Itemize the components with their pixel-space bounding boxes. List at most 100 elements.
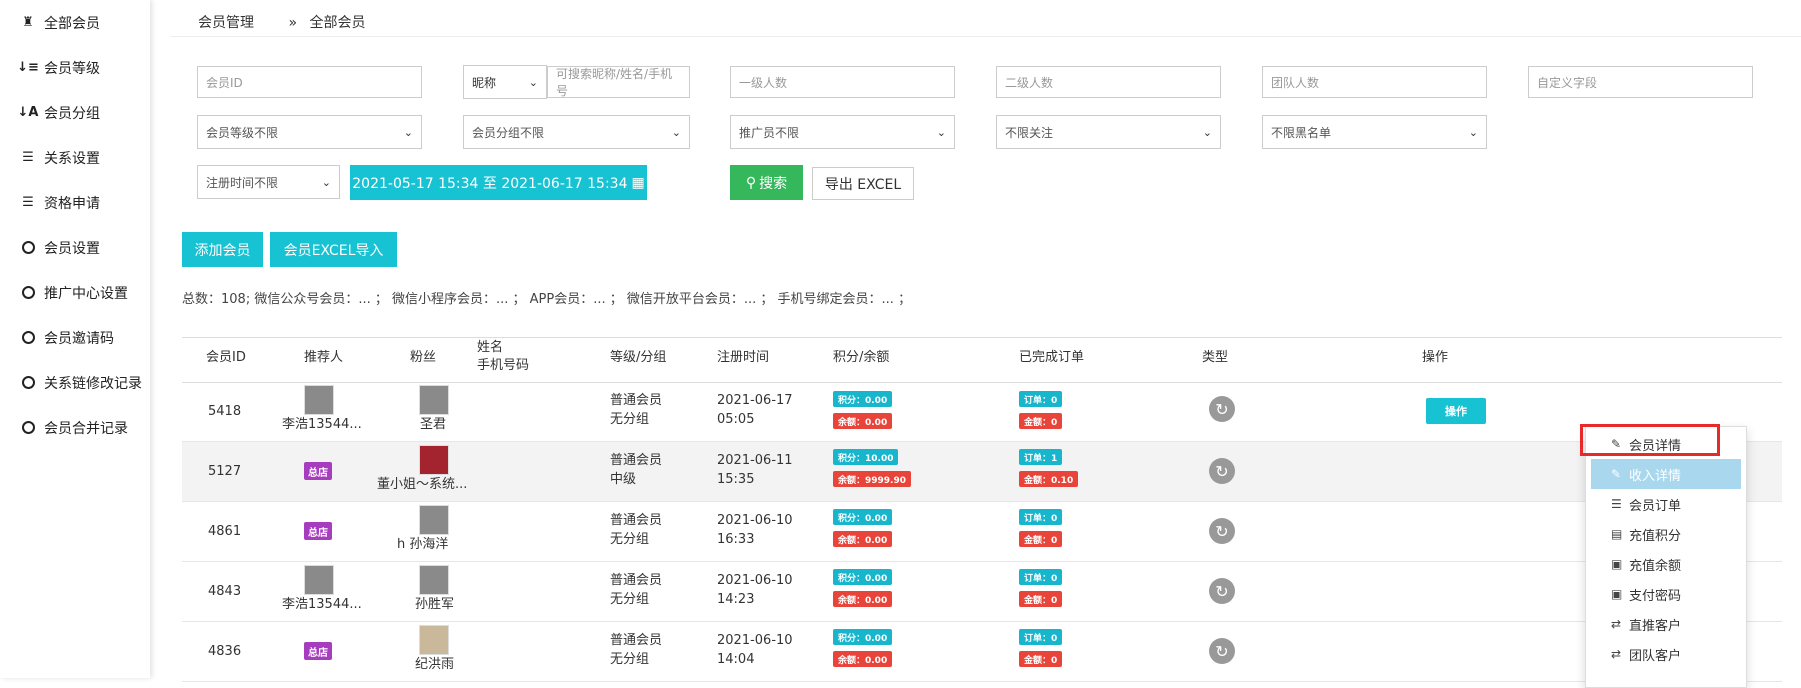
amount-badge: 金额：0 — [1019, 651, 1063, 667]
group-select[interactable]: 会员分组不限 ⌄ — [463, 115, 690, 149]
reg-date: 2021-06-10 — [717, 573, 793, 588]
level1-count-input[interactable]: 一级人数 — [730, 66, 955, 98]
date-range-value: 2021-05-17 15:34 至 2021-06-17 15:34 — [352, 175, 628, 192]
table-row: 5127 总店 董小姐～系统... 普通会员 中级 2021-06-11 15:… — [182, 442, 1782, 502]
points-badge: 积分：0.00 — [833, 629, 893, 645]
circle-icon — [20, 241, 36, 254]
sidebar: ♜ 全部会员 ↓≡ 会员等级 ↓A 会员分组 ☰ 关系设置 ☰ 资格申请 会员设置 推广中… — [0, 0, 150, 678]
breadcrumb-current: 全部会员 — [309, 15, 366, 31]
referrer-avatar[interactable] — [304, 385, 334, 415]
amount-badge: 金额：0 — [1019, 531, 1063, 547]
select-value: 注册时间不限 — [206, 175, 279, 190]
sidebar-item-member-level[interactable]: ↓≡ 会员等级 — [0, 45, 150, 90]
fan-avatar[interactable] — [419, 505, 449, 535]
circle-icon — [20, 421, 36, 434]
custom-field-input[interactable]: 自定义字段 — [1528, 66, 1753, 98]
sidebar-item-label: 关系设置 — [44, 150, 100, 167]
sidebar-item-label: 关系链修改记录 — [44, 375, 142, 392]
breadcrumb-separator-icon: » — [288, 15, 298, 31]
nickname-search-input[interactable]: 可搜索昵称/姓名/手机号 — [547, 66, 690, 98]
fan-name: h 孙海洋 — [397, 537, 449, 552]
team-count-input[interactable]: 团队人数 — [1262, 66, 1487, 98]
list-icon: ☰ — [1611, 497, 1622, 511]
operations-dropdown-menu: ✎ 会员详情 ✎ 收入详情 ☰ 会员订单 ▤ 充值积分 ▣ 充值余额 ▣ 支付密码 ⇄ 直推客… — [1585, 426, 1747, 688]
amount-badge: 金额：0 — [1019, 591, 1063, 607]
fan-avatar[interactable] — [419, 445, 449, 475]
sidebar-item-member-group[interactable]: ↓A 会员分组 — [0, 90, 150, 135]
follow-select[interactable]: 不限关注 ⌄ — [996, 115, 1221, 149]
menu-item-pay-password[interactable]: ▣ 支付密码 — [1586, 579, 1746, 609]
promoter-select[interactable]: 推广员不限 ⌄ — [730, 115, 955, 149]
regtime-select[interactable]: 注册时间不限 ⌄ — [197, 165, 340, 199]
balance-badge: 余额：0.00 — [833, 413, 893, 429]
sidebar-item-label: 会员等级 — [44, 60, 100, 77]
blacklist-select[interactable]: 不限黑名单 ⌄ — [1262, 115, 1487, 149]
breadcrumb: 会员管理 » 全部会员 — [198, 12, 365, 32]
sidebar-item-invite-code[interactable]: 会员邀请码 — [0, 315, 150, 360]
select-value: 会员等级不限 — [206, 125, 279, 140]
main-content: 会员管理 » 全部会员 会员ID 昵称 ⌄ 可搜索昵称/姓名/手机号 一级人数 二… — [170, 0, 1801, 682]
orders-badge: 订单：0 — [1019, 629, 1063, 645]
sliders-icon: ☰ — [22, 150, 34, 165]
menu-item-team-customers[interactable]: ⇄ 团队客户 — [1586, 639, 1746, 669]
points-badge: 积分：0.00 — [833, 391, 893, 407]
sidebar-item-member-settings[interactable]: 会员设置 — [0, 225, 150, 270]
referrer-avatar[interactable] — [304, 565, 334, 595]
fan-name: 圣君 — [420, 417, 447, 432]
member-group: 无分组 — [610, 592, 650, 607]
member-level: 普通会员 — [610, 393, 663, 408]
sidebar-item-qualification[interactable]: ☰ 资格申请 — [0, 180, 150, 225]
points-badge: 积分：0.00 — [833, 569, 893, 585]
reg-date: 2021-06-11 — [717, 453, 793, 468]
circle-icon — [20, 376, 36, 389]
sidebar-item-label: 会员合并记录 — [44, 420, 128, 437]
table-row: 4843 李浩13544... 孙胜军 普通会员 无分组 2021-06-10 … — [182, 562, 1782, 622]
th-points: 积分/余额 — [833, 350, 890, 365]
divider — [170, 36, 1801, 37]
edit-icon: ✎ — [1611, 467, 1622, 481]
search-button[interactable]: ⚲ 搜索 — [730, 165, 803, 200]
sliders-icon: ☰ — [22, 195, 34, 210]
add-member-button[interactable]: 添加会员 — [182, 232, 263, 267]
search-icon: ⚲ — [745, 174, 757, 191]
shop-badge: 总店 — [304, 462, 332, 480]
date-range-picker[interactable]: 2021-05-17 15:34 至 2021-06-17 15:34 ▦ — [350, 165, 647, 200]
search-button-label: 搜索 — [759, 175, 788, 192]
menu-item-label: 充值余额 — [1629, 558, 1682, 574]
nickname-select[interactable]: 昵称 ⌄ — [463, 65, 547, 99]
menu-item-income-detail[interactable]: ✎ 收入详情 — [1591, 459, 1741, 489]
menu-item-member-orders[interactable]: ☰ 会员订单 — [1586, 489, 1746, 519]
member-id-input[interactable]: 会员ID — [197, 66, 422, 98]
import-excel-button[interactable]: 会员EXCEL导入 — [270, 232, 397, 267]
fan-avatar[interactable] — [419, 565, 449, 595]
fan-avatar[interactable] — [419, 385, 449, 415]
reg-time: 15:35 — [717, 472, 755, 487]
menu-item-recharge-balance[interactable]: ▣ 充值余额 — [1586, 549, 1746, 579]
member-summary: 总数：108; 微信公众号会员：... ； 微信小程序会员：... ； APP会… — [182, 292, 912, 307]
credit-card-icon: ▤ — [1611, 527, 1623, 541]
sidebar-item-merge-log[interactable]: 会员合并记录 — [0, 405, 150, 450]
level-select[interactable]: 会员等级不限 ⌄ — [197, 115, 422, 149]
select-value: 不限关注 — [1005, 125, 1054, 140]
fan-avatar[interactable] — [419, 625, 449, 655]
menu-item-recharge-points[interactable]: ▤ 充值积分 — [1586, 519, 1746, 549]
amount-badge: 金额：0.10 — [1019, 471, 1079, 487]
export-excel-button[interactable]: 导出 EXCEL — [812, 167, 914, 200]
sidebar-item-label: 资格申请 — [44, 195, 100, 212]
sidebar-item-all-members[interactable]: ♜ 全部会员 — [0, 0, 150, 45]
level2-count-input[interactable]: 二级人数 — [996, 66, 1221, 98]
menu-item-label: 直推客户 — [1629, 618, 1682, 634]
platform-icon: ↻ — [1209, 638, 1235, 664]
breadcrumb-parent[interactable]: 会员管理 — [198, 15, 254, 31]
menu-item-direct-customers[interactable]: ⇄ 直推客户 — [1586, 609, 1746, 639]
menu-item-label: 支付密码 — [1629, 588, 1682, 604]
users-icon: ♜ — [22, 15, 34, 30]
sidebar-item-relation-settings[interactable]: ☰ 关系设置 — [0, 135, 150, 180]
operations-button[interactable]: 操作 — [1426, 398, 1486, 424]
shop-badge: 总店 — [304, 642, 332, 660]
chevron-down-icon: ⌄ — [936, 125, 946, 139]
points-badge: 积分：0.00 — [833, 509, 893, 525]
th-name: 姓名 — [477, 340, 504, 355]
sidebar-item-relation-log[interactable]: 关系链修改记录 — [0, 360, 150, 405]
sidebar-item-promo-center[interactable]: 推广中心设置 — [0, 270, 150, 315]
